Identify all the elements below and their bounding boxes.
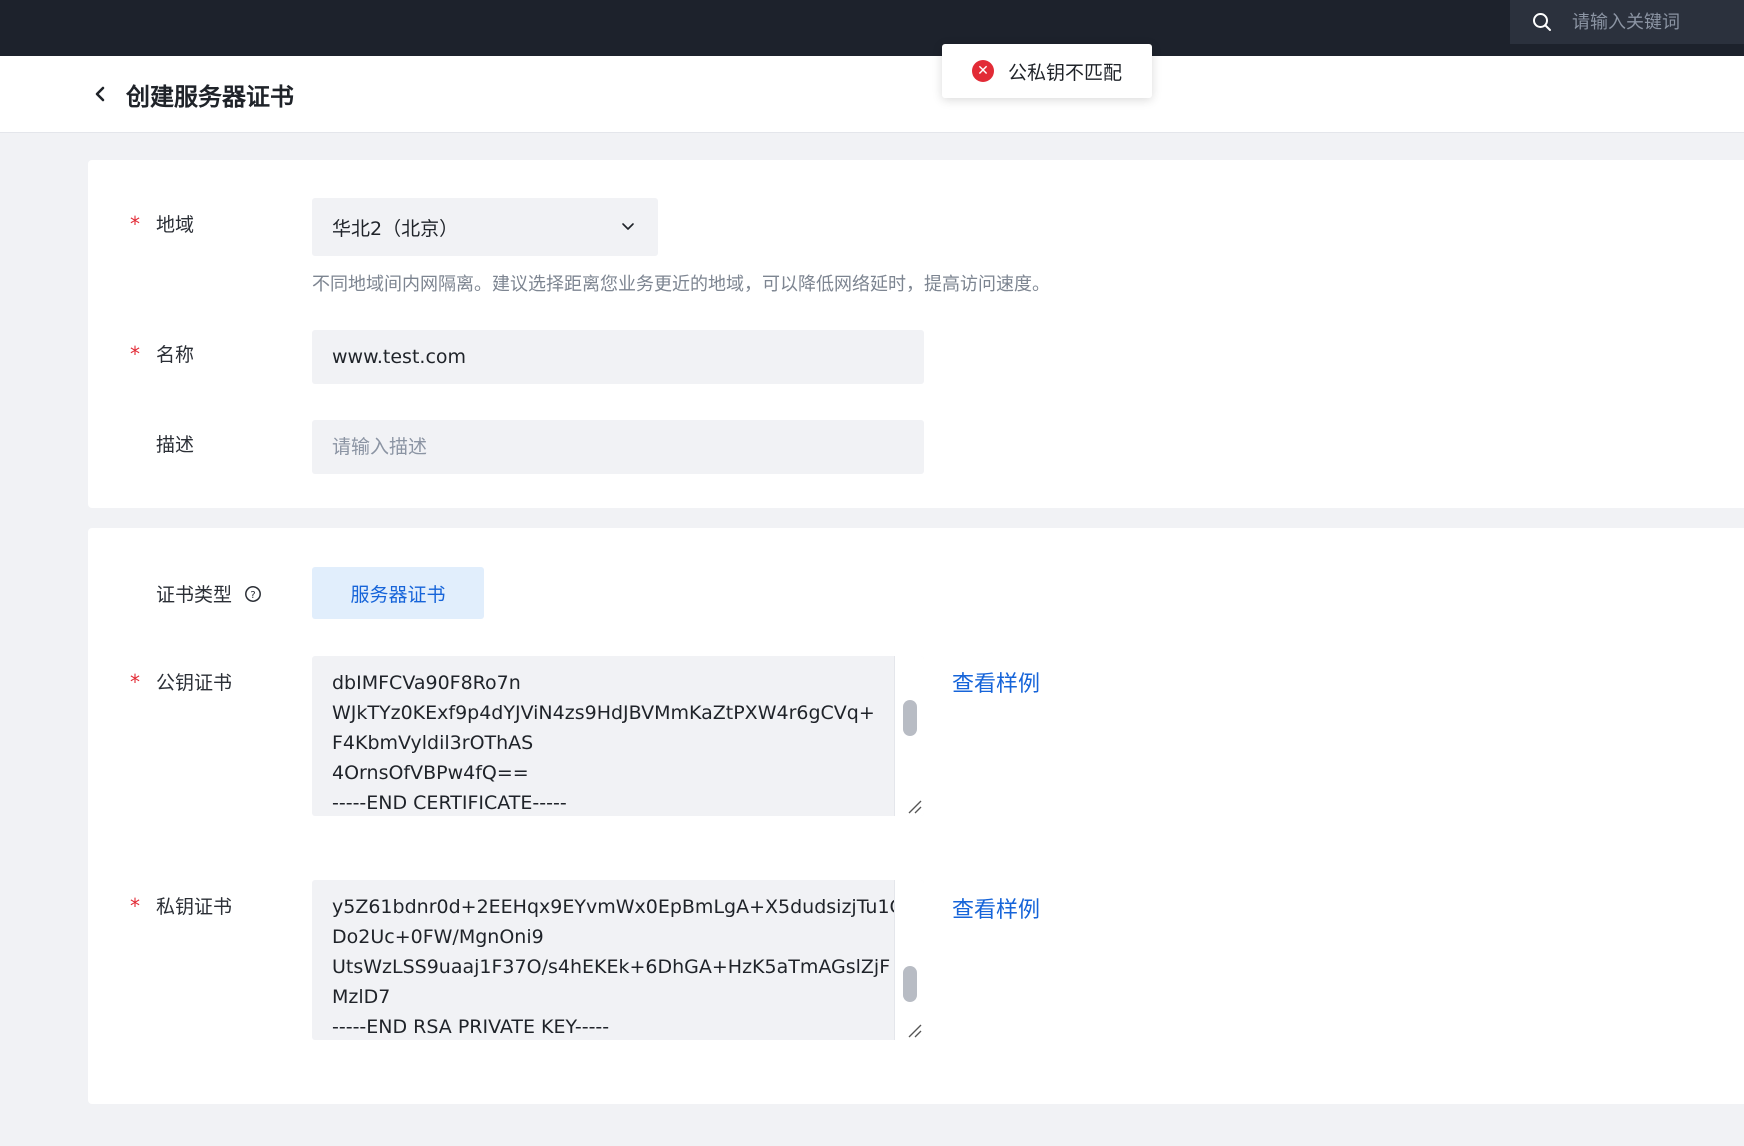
- region-select[interactable]: 华北2（北京）: [312, 198, 658, 256]
- private-key-content: y5Z61bdnr0d+2EEHqx9EYvmWx0EpBmLgA+X5duds…: [332, 896, 905, 1038]
- resize-handle-icon[interactable]: [906, 1022, 922, 1038]
- global-search[interactable]: [1510, 0, 1744, 44]
- error-icon: ✕: [972, 60, 994, 82]
- public-key-label: * 公钥证书: [130, 669, 233, 695]
- public-key-content: dbIMFCVa90F8Ro7n WJkTYz0KExf9p4dYJViN4zs…: [332, 672, 875, 814]
- private-key-scrollbar[interactable]: [894, 880, 924, 1040]
- page-header: 创建服务器证书: [0, 56, 1744, 132]
- cert-type-label: 证书类型 ?: [130, 580, 262, 607]
- scroll-thumb[interactable]: [903, 700, 917, 736]
- top-nav-bar: [0, 0, 1744, 56]
- cert-type-server-button[interactable]: 服务器证书: [312, 567, 484, 619]
- resize-handle-icon[interactable]: [906, 798, 922, 814]
- error-toast: ✕ 公私钥不匹配: [942, 44, 1152, 98]
- private-key-textarea[interactable]: y5Z61bdnr0d+2EEHqx9EYvmWx0EpBmLgA+X5duds…: [312, 880, 924, 1040]
- region-select-value: 华北2（北京）: [332, 217, 459, 240]
- search-icon: [1533, 13, 1551, 31]
- required-mark: *: [130, 341, 140, 366]
- page-title: 创建服务器证书: [126, 82, 294, 111]
- region-label: * 地域: [130, 211, 195, 237]
- public-key-sample-link[interactable]: 查看样例: [952, 666, 1040, 698]
- name-label: * 名称: [130, 341, 195, 367]
- scroll-thumb[interactable]: [903, 966, 917, 1002]
- name-input[interactable]: [312, 330, 924, 384]
- certificate-card: 证书类型 ? 服务器证书 * 公钥证书 dbIMFCVa90F8Ro7n WJk…: [88, 528, 1744, 1104]
- private-key-label: * 私钥证书: [130, 893, 233, 919]
- chevron-left-icon: [95, 86, 105, 102]
- required-mark: *: [130, 211, 140, 236]
- description-input[interactable]: [312, 420, 924, 474]
- required-mark: *: [130, 893, 140, 918]
- help-icon[interactable]: ?: [244, 585, 262, 603]
- chevron-down-icon: [622, 223, 634, 230]
- public-key-textarea[interactable]: dbIMFCVa90F8Ro7n WJkTYz0KExf9p4dYJViN4zs…: [312, 656, 924, 816]
- required-mark: *: [130, 669, 140, 694]
- region-hint: 不同地域间内网隔离。建议选择距离您业务更近的地域，可以降低网络延时，提高访问速度…: [312, 274, 1050, 295]
- back-button[interactable]: [94, 82, 114, 106]
- description-label: 描述: [156, 434, 195, 456]
- private-key-sample-link[interactable]: 查看样例: [952, 892, 1040, 924]
- basic-info-card: * 地域 华北2（北京） 不同地域间内网隔离。建议选择距离您业务更近的地域，可以…: [88, 160, 1744, 508]
- public-key-scrollbar[interactable]: [894, 656, 924, 816]
- global-search-input[interactable]: [1572, 11, 1722, 33]
- svg-text:?: ?: [250, 590, 255, 601]
- toast-message: 公私钥不匹配: [1008, 61, 1123, 84]
